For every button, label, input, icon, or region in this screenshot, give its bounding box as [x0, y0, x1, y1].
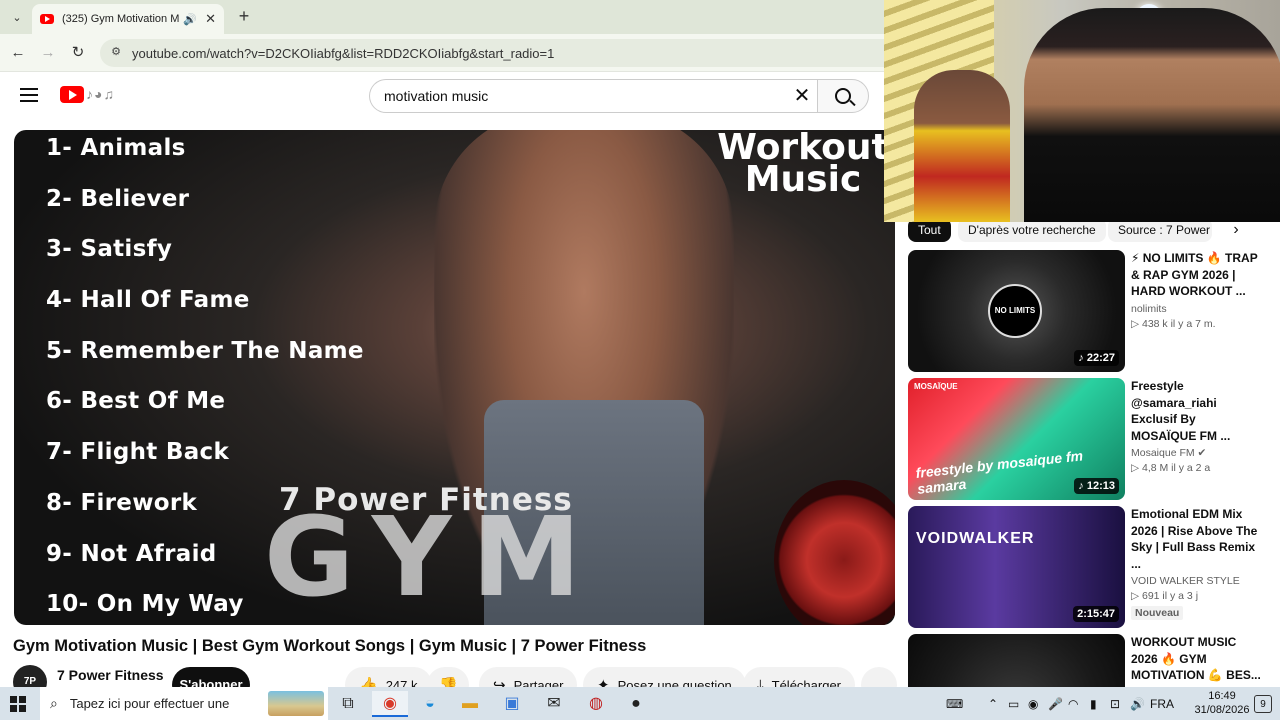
workout-music-title: Workout Music [708, 130, 895, 200]
url-text: youtube.com/watch?v=D2CKOIiabfg&list=RDD… [132, 45, 555, 61]
recommendation-channel[interactable]: Mosaique FM ✔ [1131, 447, 1263, 459]
webcam-person-adult [1024, 8, 1280, 222]
tab-close-icon[interactable]: ✕ [205, 11, 216, 27]
recommendation-thumbnail[interactable]: NO LIMITS ♪ 22:27 [908, 250, 1125, 372]
recommendation-item[interactable]: NO LIMITS ♪ 22:27 ⚡ NO LIMITS 🔥 TRAP & R… [908, 250, 1272, 372]
browser-tab[interactable]: (325) Gym Motivation Musi 🔊 ✕ [32, 4, 224, 34]
recommendation-info: ⚡ NO LIMITS 🔥 TRAP & RAP GYM 2026 | HARD… [1131, 250, 1263, 330]
recommendation-thumbnail[interactable]: MOSAÏQUE freestyle by mosaique fm samara… [908, 378, 1125, 500]
recommendation-title[interactable]: WORKOUT MUSIC 2026 🔥 GYM MOTIVATION 💪 BE… [1131, 634, 1263, 684]
recommendation-info: WORKOUT MUSIC 2026 🔥 GYM MOTIVATION 💪 BE… [1131, 634, 1263, 684]
store-icon[interactable]: ▣ [494, 691, 530, 717]
recorder-icon[interactable]: ◍ [578, 691, 614, 717]
song-item: 7- Flight Back [46, 439, 230, 466]
recommendation-info: Freestyle @samara_riahi Exclusif By MOSA… [1131, 378, 1263, 474]
search-icon: ⌕ [50, 695, 58, 711]
thumbnail-text: NO LIMITS [988, 284, 1042, 338]
language-indicator[interactable]: FRA [1150, 691, 1174, 717]
overlay-title-line2: Music [744, 159, 862, 200]
clear-search-icon[interactable]: ✕ [792, 86, 812, 106]
song-item: 4- Hall Of Fame [46, 287, 250, 314]
recommendation-title[interactable]: Freestyle @samara_riahi Exclusif By MOSA… [1131, 378, 1263, 444]
clock-date: 31/08/2026 [1194, 704, 1250, 716]
notifications-button[interactable]: 9 [1254, 695, 1272, 713]
thumbnail-text: MOSAÏQUE [914, 382, 958, 391]
overlay-brand-text: 7 Power Fitness [279, 482, 573, 518]
recommendation-title[interactable]: Emotional EDM Mix 2026 | Rise Above The … [1131, 506, 1263, 572]
forward-arrow-icon[interactable]: → [38, 43, 58, 63]
camera-icon[interactable]: ◉ [1028, 691, 1038, 717]
recommendation-channel[interactable]: nolimits [1131, 303, 1263, 315]
search-query-text: motivation music [384, 88, 489, 104]
search-input[interactable]: motivation music [369, 79, 817, 113]
webcam-person-child [914, 70, 1010, 222]
taskbar-clock[interactable]: 16:49 31/08/2026 [1192, 689, 1252, 717]
recommendation-info: Emotional EDM Mix 2026 | Rise Above The … [1131, 506, 1263, 621]
tab-search-chevron-icon[interactable]: ⌄ [6, 6, 28, 28]
duration-badge: ♪ 22:27 [1074, 350, 1119, 366]
recommendation-thumbnail[interactable] [908, 634, 1125, 687]
windows-start-icon[interactable] [10, 696, 26, 712]
recommendation-thumbnail[interactable]: VOIDWALKER 2:15:47 [908, 506, 1125, 628]
reload-icon[interactable]: ↻ [68, 43, 88, 63]
site-settings-icon[interactable]: ⚙ [108, 45, 124, 61]
search-highlight-image [268, 691, 324, 716]
duration-badge: 2:15:47 [1073, 606, 1119, 622]
tab-title: (325) Gym Motivation Musi [62, 13, 180, 25]
search-button[interactable] [817, 79, 869, 113]
new-badge: Nouveau [1131, 606, 1184, 620]
recommendation-item[interactable]: MOSAÏQUE freestyle by mosaique fm samara… [908, 378, 1272, 500]
song-item: 5- Remember The Name [46, 337, 364, 364]
channel-row: 7P 7 Power Fitness S'abonner 👍 247 k 👎 ↪… [13, 664, 897, 703]
speaker-icon[interactable]: 🔊 [183, 13, 197, 26]
clock-time: 16:49 [1208, 690, 1236, 702]
windows-taskbar: ⌕ Tapez ici pour effectuer une ⧉ ◉ ◒ ▬ ▣… [0, 687, 1280, 720]
weight-plate [774, 480, 895, 625]
recommendation-meta: ▷ 4,8 M il y a 2 a [1131, 462, 1211, 474]
battery-icon[interactable]: ▮ [1090, 691, 1097, 717]
network-icon[interactable]: ⊡ [1110, 691, 1120, 717]
song-item: 1- Animals [46, 135, 186, 161]
song-item: 2- Believer [46, 185, 190, 212]
keyboard-icon[interactable]: ⌨ [946, 691, 963, 717]
recommendation-meta: ▷ 691 il y a 3 j [1131, 590, 1199, 602]
overlay-gym-text: GYM [264, 493, 601, 621]
recommendation-item[interactable]: VOIDWALKER 2:15:47 Emotional EDM Mix 202… [908, 506, 1272, 628]
song-item: 3- Satisfy [46, 236, 173, 263]
recommendation-title[interactable]: ⚡ NO LIMITS 🔥 TRAP & RAP GYM 2026 | HARD… [1131, 250, 1263, 300]
youtube-favicon-icon [40, 14, 54, 24]
wifi-icon[interactable]: ◠ [1068, 691, 1078, 717]
task-view-icon[interactable]: ⧉ [330, 691, 366, 717]
video-title: Gym Motivation Music | Best Gym Workout … [13, 637, 647, 655]
chrome-icon[interactable]: ◉ [372, 691, 408, 717]
tray-apps-icon[interactable]: ▭ [1008, 691, 1019, 717]
new-tab-button[interactable]: + [234, 6, 254, 26]
youtube-doodle-icon[interactable]: ♪◕♫ [86, 86, 115, 102]
recommendation-meta: ▷ 438 k il y a 7 m. [1131, 317, 1216, 330]
obs-icon[interactable]: ● [618, 691, 654, 717]
show-hidden-icons-icon[interactable]: ⌃ [988, 691, 998, 717]
hamburger-menu-icon[interactable] [20, 88, 38, 102]
taskbar-search-input[interactable]: ⌕ Tapez ici pour effectuer une [40, 687, 328, 720]
microphone-icon[interactable]: 🎤 [1048, 691, 1063, 717]
mail-icon[interactable]: ✉ [536, 691, 572, 717]
edge-icon[interactable]: ◒ [412, 691, 448, 717]
recommendation-channel[interactable]: VOID WALKER STYLE [1131, 575, 1263, 587]
video-player[interactable]: 1- Animals 2- Believer 3- Satisfy 4- Hal… [14, 130, 895, 625]
volume-icon[interactable]: 🔊 [1130, 691, 1145, 717]
song-item: 6- Best Of Me [46, 388, 226, 415]
back-arrow-icon[interactable]: ← [8, 43, 28, 63]
duration-badge: ♪ 12:13 [1074, 478, 1119, 494]
taskbar-search-placeholder: Tapez ici pour effectuer une [69, 696, 230, 711]
youtube-logo-icon[interactable] [60, 86, 84, 103]
recommendation-item[interactable]: WORKOUT MUSIC 2026 🔥 GYM MOTIVATION 💪 BE… [908, 634, 1272, 687]
file-explorer-icon[interactable]: ▬ [452, 691, 488, 717]
webcam-overlay [884, 0, 1280, 222]
channel-name[interactable]: 7 Power Fitness [57, 667, 164, 683]
thumbnail-text: VOIDWALKER [916, 530, 1035, 547]
